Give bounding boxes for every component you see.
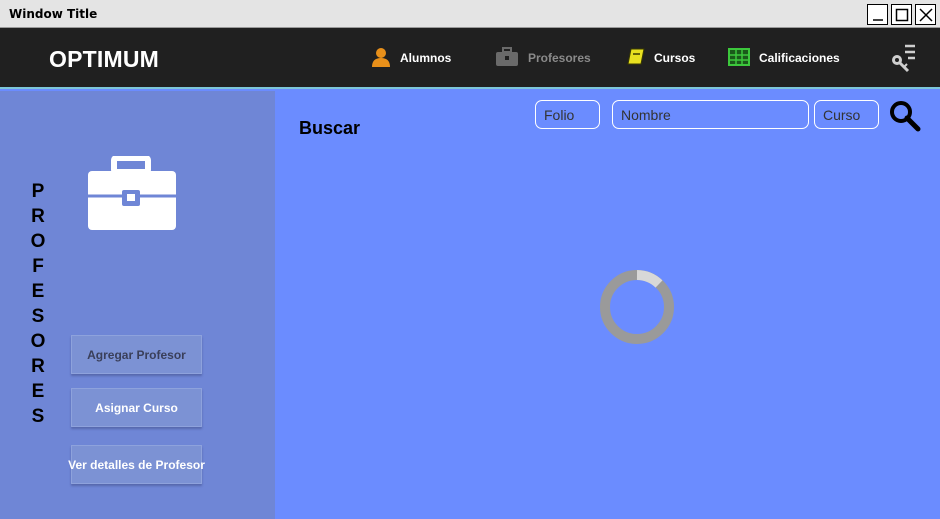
assign-course-button[interactable]: Asignar Curso <box>71 388 202 427</box>
search-label: Buscar <box>299 118 361 138</box>
title-letter: O <box>30 331 46 352</box>
nav-item-calificaciones[interactable]: Calificaciones <box>728 46 840 70</box>
title-letter: F <box>32 256 44 277</box>
search-icon[interactable] <box>889 100 921 132</box>
title-letter: R <box>31 206 45 227</box>
title-letter: S <box>31 306 45 327</box>
title-letter: O <box>30 231 46 252</box>
title-letter: S <box>31 406 45 427</box>
grid-icon <box>728 47 750 69</box>
section-title-vertical: P R O F E S O R E S <box>28 179 48 429</box>
minimize-button[interactable] <box>867 4 888 25</box>
book-icon <box>627 47 645 70</box>
title-letter: R <box>31 356 45 377</box>
nav-label-calificaciones: Calificaciones <box>759 51 840 65</box>
nav-item-cursos[interactable]: Cursos <box>627 46 695 70</box>
briefcase-icon <box>495 46 519 70</box>
nav-item-profesores[interactable]: Profesores <box>495 46 591 70</box>
spinner-icon <box>599 269 675 350</box>
nav-label-cursos: Cursos <box>654 51 696 65</box>
brand-logo: OPTIMUM <box>49 46 159 72</box>
maximize-button[interactable] <box>891 4 912 25</box>
nombre-input[interactable] <box>612 100 809 129</box>
view-professor-details-button[interactable]: Ver detalles de Profesor <box>68 445 205 484</box>
main-panel: Buscar <box>275 91 940 519</box>
maximize-icon <box>895 8 909 22</box>
title-letter: P <box>31 181 45 202</box>
add-professor-button[interactable]: Agregar Profesor <box>71 335 202 374</box>
sidebar: P R O F E S O R E S Agregar Profesor Asi… <box>0 91 275 519</box>
top-navbar: OPTIMUM Alumnos Profesores Cursos Califi… <box>0 28 940 89</box>
title-letter: E <box>31 381 45 402</box>
window-titlebar: Window Title <box>0 0 940 28</box>
nav-label-profesores: Profesores <box>528 51 591 65</box>
title-letter: E <box>31 281 45 302</box>
user-icon <box>371 47 391 70</box>
close-button[interactable] <box>915 4 936 25</box>
close-icon <box>919 8 933 22</box>
nav-item-alumnos[interactable]: Alumnos <box>371 46 451 70</box>
curso-input[interactable] <box>814 100 879 129</box>
briefcase-icon <box>87 155 177 236</box>
window-title: Window Title <box>9 7 98 21</box>
folio-input[interactable] <box>535 100 600 129</box>
nav-label-alumnos: Alumnos <box>400 51 452 65</box>
minimize-icon <box>873 19 883 21</box>
key-menu-icon[interactable] <box>888 43 918 73</box>
